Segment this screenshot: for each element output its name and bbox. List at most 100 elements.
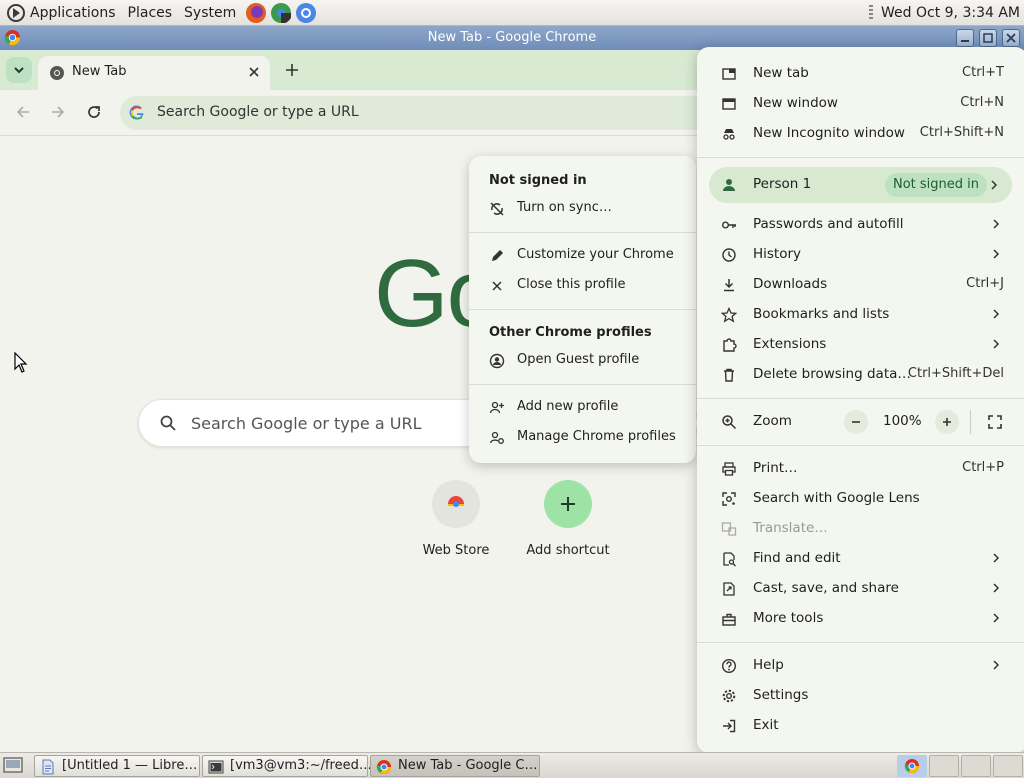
menu-person-label: Person 1 xyxy=(753,176,812,192)
chevron-right-icon xyxy=(993,553,1000,563)
places-menu[interactable]: Places xyxy=(122,0,179,26)
menu-translate[interactable]: Translate… xyxy=(697,514,1024,544)
menu-downloads[interactable]: Downloads Ctrl+J xyxy=(697,270,1024,300)
menu-find-edit[interactable]: Find and edit xyxy=(697,544,1024,574)
back-arrow-icon[interactable] xyxy=(13,102,33,122)
menu-google-lens[interactable]: Search with Google Lens xyxy=(697,484,1024,514)
google-lens-icon xyxy=(722,492,736,506)
workspace-switcher-4[interactable] xyxy=(993,755,1023,777)
menu-bookmarks[interactable]: Bookmarks and lists xyxy=(697,300,1024,330)
open-guest-profile-item[interactable]: Open Guest profile xyxy=(469,346,696,376)
manage-profiles-item[interactable]: Manage Chrome profiles xyxy=(469,423,696,453)
exit-icon xyxy=(723,719,736,733)
close-window-button[interactable] xyxy=(1002,29,1020,47)
fullscreen-icon[interactable] xyxy=(987,414,1003,430)
puzzle-piece-icon xyxy=(723,338,737,352)
tab-close-icon[interactable] xyxy=(246,64,262,80)
menu-settings[interactable]: Settings xyxy=(697,681,1024,711)
menu-cast-save-label: Cast, save, and share xyxy=(753,580,899,596)
menu-new-tab[interactable]: New tab Ctrl+T xyxy=(697,59,1024,89)
chevron-right-icon xyxy=(993,583,1000,593)
chevron-down-icon xyxy=(14,67,24,74)
workspace-switcher-2[interactable] xyxy=(929,755,959,777)
download-icon xyxy=(724,279,734,292)
menu-extensions[interactable]: Extensions xyxy=(697,330,1024,360)
add-new-profile-item[interactable]: Add new profile xyxy=(469,393,696,423)
menu-zoom-row: Zoom 100% xyxy=(697,406,1024,438)
terminal-icon xyxy=(208,760,224,774)
menu-settings-label: Settings xyxy=(753,687,809,703)
chevron-right-icon xyxy=(991,180,998,190)
menu-print[interactable]: Print… Ctrl+P xyxy=(697,454,1024,484)
menu-passwords-autofill[interactable]: Passwords and autofill xyxy=(697,210,1024,240)
taskbar-item-terminal[interactable]: [vm3@vm3:~/freed… xyxy=(202,755,372,777)
maximize-button[interactable] xyxy=(979,29,997,47)
system-menu[interactable]: System xyxy=(178,0,242,26)
menu-help[interactable]: Help xyxy=(697,651,1024,681)
panel-clock[interactable]: Wed Oct 9, 3:34 AM xyxy=(881,5,1020,21)
menu-new-incognito-label: New Incognito window xyxy=(753,125,905,141)
menu-exit-label: Exit xyxy=(753,717,779,733)
customize-chrome-item[interactable]: Customize your Chrome xyxy=(469,241,696,271)
firefox-launcher-icon[interactable] xyxy=(245,2,267,24)
toolbox-icon xyxy=(722,613,736,626)
omnibox-placeholder: Search Google or type a URL xyxy=(157,104,359,120)
maximize-icon xyxy=(983,33,993,43)
taskbar-item-label: New Tab - Google C… xyxy=(398,758,538,773)
menu-passwords-label: Passwords and autofill xyxy=(753,216,904,232)
menu-delete-browsing-data[interactable]: Delete browsing data… Ctrl+Shift+Del xyxy=(697,360,1024,390)
top-panel: Applications Places System Wed Oct 9, 3:… xyxy=(0,0,1024,26)
menu-exit[interactable]: Exit xyxy=(697,711,1024,741)
add-person-icon xyxy=(489,401,504,414)
menu-downloads-shortcut: Ctrl+J xyxy=(966,276,1004,291)
sign-in-status-badge: Not signed in xyxy=(885,173,988,197)
workspace-switcher-3[interactable] xyxy=(961,755,991,777)
taskbar-item-chrome[interactable]: New Tab - Google C… xyxy=(370,755,540,777)
tab-new-tab[interactable]: New Tab xyxy=(38,56,270,90)
menu-lens-label: Search with Google Lens xyxy=(753,490,920,506)
gear-icon xyxy=(722,689,736,703)
other-profiles-heading: Other Chrome profiles xyxy=(489,325,652,340)
chrome-web-store-icon xyxy=(448,496,464,507)
menu-print-shortcut: Ctrl+P xyxy=(962,460,1004,475)
applications-menu[interactable]: Applications xyxy=(0,0,122,26)
minimize-icon xyxy=(961,40,969,42)
menu-divider xyxy=(697,157,1024,158)
chevron-right-icon xyxy=(993,249,1000,259)
tab-search-button[interactable] xyxy=(6,57,32,83)
menu-new-tab-shortcut: Ctrl+T xyxy=(962,65,1004,80)
reload-icon[interactable] xyxy=(84,102,104,122)
menu-more-tools[interactable]: More tools xyxy=(697,604,1024,634)
new-tab-plus-icon[interactable] xyxy=(282,60,302,80)
system-menu-label: System xyxy=(184,4,237,21)
taskbar-item-label: [vm3@vm3:~/freed… xyxy=(230,758,372,773)
taskbar-item-libreoffice[interactable]: [Untitled 1 — Libre… xyxy=(34,755,200,777)
menu-history[interactable]: History xyxy=(697,240,1024,270)
menu-divider xyxy=(469,384,696,385)
show-desktop-icon[interactable] xyxy=(3,756,23,774)
menu-person-1[interactable]: Person 1 Not signed in xyxy=(709,167,1012,203)
chrome-dev-launcher-icon[interactable] xyxy=(270,2,292,24)
menu-divider xyxy=(697,398,1024,399)
chromium-launcher-icon[interactable] xyxy=(295,2,317,24)
menu-cast-save-share[interactable]: Cast, save, and share xyxy=(697,574,1024,604)
chevron-right-icon xyxy=(993,309,1000,319)
minimize-button[interactable] xyxy=(956,29,974,47)
chevron-right-icon xyxy=(993,660,1000,670)
shortcut-add[interactable]: Add shortcut xyxy=(513,480,623,558)
manage-profiles-icon xyxy=(489,431,504,444)
turn-on-sync-item[interactable]: Turn on sync… xyxy=(469,194,696,224)
chrome-icon xyxy=(376,760,391,774)
zoom-in-button[interactable] xyxy=(935,410,959,434)
close-profile-item[interactable]: Close this profile xyxy=(469,271,696,301)
workspace-switcher-1[interactable] xyxy=(897,755,927,777)
pencil-icon xyxy=(492,250,503,261)
menu-new-incognito[interactable]: New Incognito window Ctrl+Shift+N xyxy=(697,119,1024,149)
zoom-out-button[interactable] xyxy=(844,410,868,434)
plus-icon xyxy=(943,418,951,426)
key-icon xyxy=(722,221,736,229)
trash-icon xyxy=(724,368,734,382)
forward-arrow-icon[interactable] xyxy=(48,102,68,122)
menu-new-window[interactable]: New window Ctrl+N xyxy=(697,89,1024,119)
shortcut-web-store[interactable]: Web Store xyxy=(401,480,511,558)
